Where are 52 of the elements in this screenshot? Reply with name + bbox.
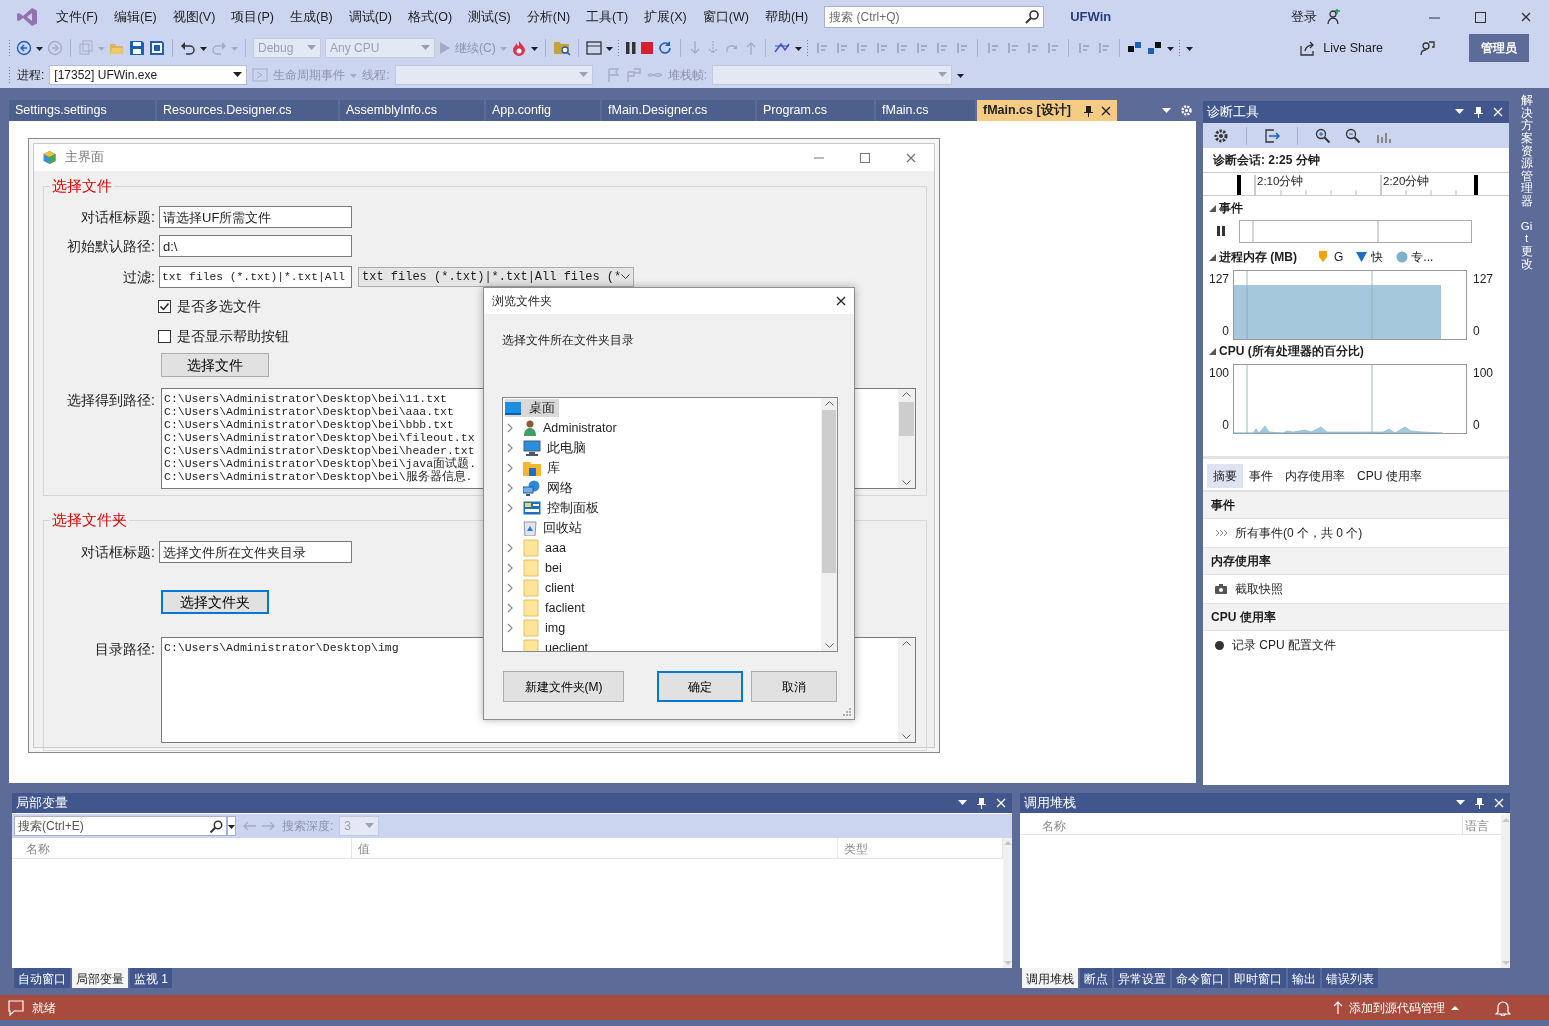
path-line: C:\Users\Administrator\Desktop\bei\bbb.txt xyxy=(164,418,454,431)
panel-title: 调用堆栈 xyxy=(1024,794,1076,812)
session-duration: 诊断会话: 2:25 分钟 xyxy=(1212,152,1321,169)
path-line: C:\Users\Administrator\Desktop\bei\java面试题. xyxy=(164,457,477,470)
axis-label: 100 xyxy=(1207,365,1229,382)
path-line: C:\Users\Administrator\Desktop\bei\11.txt xyxy=(164,392,447,405)
window-title: UFWin xyxy=(1070,8,1112,27)
axis-label: 127 xyxy=(1473,271,1495,288)
group-title: 选择文件 xyxy=(50,177,114,195)
dialog-description: 选择文件所在文件夹目录 xyxy=(502,332,634,349)
field-label: 对话框标题: xyxy=(80,207,156,227)
section-title: 事件 xyxy=(1203,491,1509,519)
axis-label: 0 xyxy=(1221,417,1229,434)
section-title: 事件 xyxy=(1219,200,1243,217)
admin-badge: 管理员 xyxy=(1469,34,1529,62)
field-label: 选择得到路径: xyxy=(66,391,156,410)
field-label: 目录路径: xyxy=(94,640,156,659)
depth-label: 搜索深度: xyxy=(282,818,334,835)
axis-label: 0 xyxy=(1221,323,1229,340)
path-line: C:\Users\Administrator\Desktop\bei\header.txt xyxy=(164,444,475,457)
field-label: 对话框标题: xyxy=(80,542,156,562)
field-label: 初始默认路径: xyxy=(66,236,156,256)
section-title: CPU 使用率 xyxy=(1203,603,1509,631)
path-line: C:\Users\Administrator\Desktop\bei\fileout.tx xyxy=(164,431,475,444)
axis-label: 0 xyxy=(1473,323,1481,340)
time-tick-label: 2:10分钟 xyxy=(1257,174,1304,189)
field-label: 过滤: xyxy=(122,267,156,287)
panel-title: 局部变量 xyxy=(16,794,68,812)
path-line: C:\Users\Administrator\Desktop\bei\aaa.txt xyxy=(164,405,454,418)
section-title: CPU (所有处理器的百分比) xyxy=(1219,343,1364,360)
section-title: 进程内存 (MB) xyxy=(1219,249,1297,266)
axis-label: 0 xyxy=(1473,417,1481,434)
events-summary: 所有事件(0 个，共 0 个) xyxy=(1235,525,1363,542)
legend-label: G xyxy=(1334,249,1344,266)
checkbox-label: 是否显示帮助按钮 xyxy=(177,326,289,346)
section-title: 内存使用率 xyxy=(1203,547,1509,575)
axis-label: 100 xyxy=(1473,365,1495,382)
process-label: 进程: xyxy=(17,67,45,84)
path-text: C:\Users\Administrator\Desktop\img xyxy=(163,640,400,656)
thread-label: 线程: xyxy=(362,67,390,84)
legend-label: 快 xyxy=(1371,249,1384,266)
time-tick-label: 2:20分钟 xyxy=(1383,174,1430,189)
group-title: 选择文件夹 xyxy=(50,511,129,529)
path-line: C:\Users\Administrator\Desktop\bei\服务器信息. xyxy=(164,470,473,483)
stack-frame-label: 堆栈帧: xyxy=(667,67,708,84)
form-title: 主界面 xyxy=(65,149,104,167)
dialog-title: 浏览文件夹 xyxy=(492,293,552,310)
axis-label: 127 xyxy=(1207,271,1229,288)
panel-title: 诊断工具 xyxy=(1207,103,1259,121)
status-text: 就绪 xyxy=(32,999,56,1017)
checkbox-label: 是否多选文件 xyxy=(177,296,261,316)
legend-label: 专... xyxy=(1411,249,1434,266)
